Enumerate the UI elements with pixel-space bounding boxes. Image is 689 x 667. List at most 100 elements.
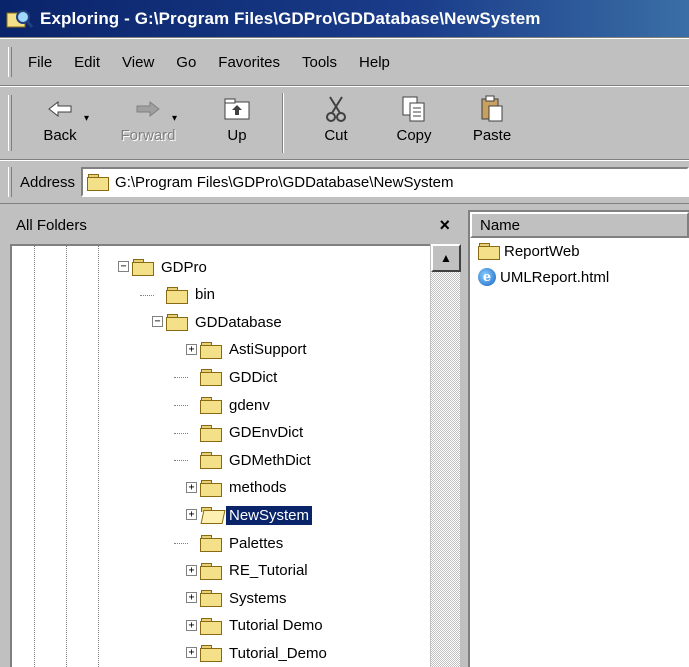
tree-expander-icon[interactable]: +	[186, 481, 197, 493]
tree-connector	[174, 377, 188, 379]
tree-item-label: RE_Tutorial	[229, 562, 308, 580]
menu-bar: File Edit View Go Favorites Tools Help	[0, 38, 689, 86]
folder-tree[interactable]: − GDPro bin − GDDatabase + AstiSupport GDDict gd…	[10, 244, 430, 667]
up-button[interactable]: Up	[202, 87, 272, 157]
back-arrow-icon	[44, 93, 76, 125]
addressbar-grip[interactable]	[8, 167, 12, 197]
explorer-app-icon[interactable]	[6, 7, 34, 31]
folders-pane: All Folders × − GDPro bin − GDDatabase + AstiS…	[0, 210, 462, 667]
up-label: Up	[227, 127, 247, 144]
tree-item[interactable]: GDDict	[200, 364, 280, 390]
window-title: Exploring - G:\Program Files\GDPro\GDDat…	[40, 8, 541, 28]
tree-item[interactable]: GDEnvDict	[200, 420, 306, 446]
tree-expander-icon[interactable]: +	[186, 564, 197, 576]
tree-item[interactable]: Palettes	[200, 530, 286, 556]
tree-item[interactable]: AstiSupport	[200, 337, 310, 363]
tree-expander-icon[interactable]: +	[186, 619, 197, 631]
address-input[interactable]: G:\Program Files\GDPro\GDDatabase\NewSys…	[81, 167, 689, 197]
forward-dropdown-icon[interactable]: ▾	[172, 113, 177, 124]
name-column-header[interactable]: Name	[470, 212, 689, 238]
tree-item[interactable]: bin	[166, 282, 218, 308]
list-item-label: UMLReport.html	[500, 268, 610, 286]
paste-button[interactable]: Paste	[460, 87, 524, 157]
folder-icon	[200, 645, 222, 663]
folder-icon	[166, 286, 188, 304]
tree-item-label: Tutorial_Demo	[229, 644, 327, 662]
scissors-icon	[320, 93, 352, 125]
tree-expander-icon[interactable]: −	[118, 261, 129, 272]
folder-icon	[200, 562, 222, 580]
folder-icon	[200, 341, 222, 359]
menu-view[interactable]: View	[120, 52, 156, 73]
paste-icon	[476, 93, 508, 125]
address-bar: Address G:\Program Files\GDPro\GDDatabas…	[0, 160, 689, 204]
folder-icon	[200, 452, 222, 470]
cut-label: Cut	[324, 127, 348, 144]
tree-item[interactable]: gdenv	[200, 392, 273, 418]
tree-item[interactable]: GDDatabase	[166, 309, 285, 335]
address-label: Address	[20, 173, 76, 191]
menu-edit[interactable]: Edit	[72, 52, 102, 73]
scroll-up-arrow-icon[interactable]: ▲	[431, 244, 461, 272]
tree-item-label: Tutorial Demo	[229, 617, 323, 635]
back-dropdown-icon[interactable]: ▾	[84, 113, 89, 124]
tree-item-label: gdenv	[229, 396, 270, 414]
tree-expander-icon[interactable]: +	[186, 509, 197, 521]
list-item[interactable]: ReportWeb	[470, 238, 689, 264]
folder-icon	[200, 535, 222, 552]
menu-go[interactable]: Go	[174, 52, 198, 73]
tree-item[interactable]: NewSystem	[200, 502, 314, 528]
copy-button[interactable]: Copy	[374, 87, 454, 157]
menu-file[interactable]: File	[26, 52, 54, 73]
tree-guide-line	[98, 246, 99, 667]
tree-expander-icon[interactable]: +	[186, 647, 197, 659]
toolbar-grip[interactable]	[8, 95, 12, 151]
tree-item[interactable]: GDMethDict	[200, 447, 314, 473]
tree-expander-icon[interactable]: −	[152, 316, 163, 328]
tree-item[interactable]: Tutorial_Demo	[200, 640, 330, 666]
folder-icon	[166, 314, 188, 332]
tree-item-label: AstiSupport	[229, 341, 307, 359]
tree-item[interactable]: RE_Tutorial	[200, 558, 311, 584]
menu-help[interactable]: Help	[357, 52, 392, 73]
contents-pane: Name ReportWeb e UMLReport.html	[468, 210, 689, 667]
close-pane-icon[interactable]: ×	[439, 215, 450, 236]
menu-favorites[interactable]: Favorites	[216, 52, 282, 73]
tree-item-label: NewSystem	[224, 504, 314, 526]
forward-arrow-icon	[132, 93, 164, 125]
tree-expander-icon[interactable]: +	[186, 343, 197, 355]
folder-icon	[200, 479, 222, 497]
tree-item[interactable]: Tutorial Demo	[200, 613, 326, 639]
tree-item[interactable]: methods	[200, 475, 290, 501]
tree-item[interactable]: Systems	[200, 585, 290, 611]
folders-pane-title: All Folders	[16, 216, 87, 234]
up-folder-icon	[221, 93, 253, 125]
ie-html-icon: e	[478, 268, 496, 286]
tree-connector	[140, 294, 154, 296]
tree-item-label: GDDatabase	[195, 313, 282, 331]
cut-button[interactable]: Cut	[304, 87, 368, 157]
tree-connector	[174, 543, 188, 544]
tree-item-label: GDPro	[161, 258, 207, 276]
tree-vertical-scrollbar[interactable]: ▲	[430, 244, 461, 667]
forward-label: Forward	[120, 127, 176, 144]
paste-label: Paste	[472, 127, 512, 144]
tree-item-label: GDMethDict	[229, 451, 311, 469]
title-bar: Exploring - G:\Program Files\GDPro\GDDat…	[0, 0, 689, 38]
tree-item[interactable]: GDPro	[132, 254, 210, 280]
menubar-grip[interactable]	[8, 47, 12, 77]
tree-guide-line	[34, 246, 35, 667]
tree-item-label: Systems	[229, 589, 287, 607]
tree-item-label: bin	[195, 286, 216, 304]
open-folder-icon	[200, 507, 222, 523]
copy-label: Copy	[396, 127, 432, 144]
tree-expander-icon[interactable]: +	[186, 592, 197, 604]
address-value: G:\Program Files\GDPro\GDDatabase\NewSys…	[115, 173, 454, 191]
list-item-label: ReportWeb	[504, 242, 580, 260]
folder-icon	[200, 369, 222, 387]
menu-tools[interactable]: Tools	[300, 52, 339, 73]
tree-item-label: Palettes	[229, 534, 284, 552]
toolbar-separator	[282, 93, 284, 153]
back-label: Back	[43, 127, 77, 144]
list-item[interactable]: e UMLReport.html	[470, 264, 689, 290]
